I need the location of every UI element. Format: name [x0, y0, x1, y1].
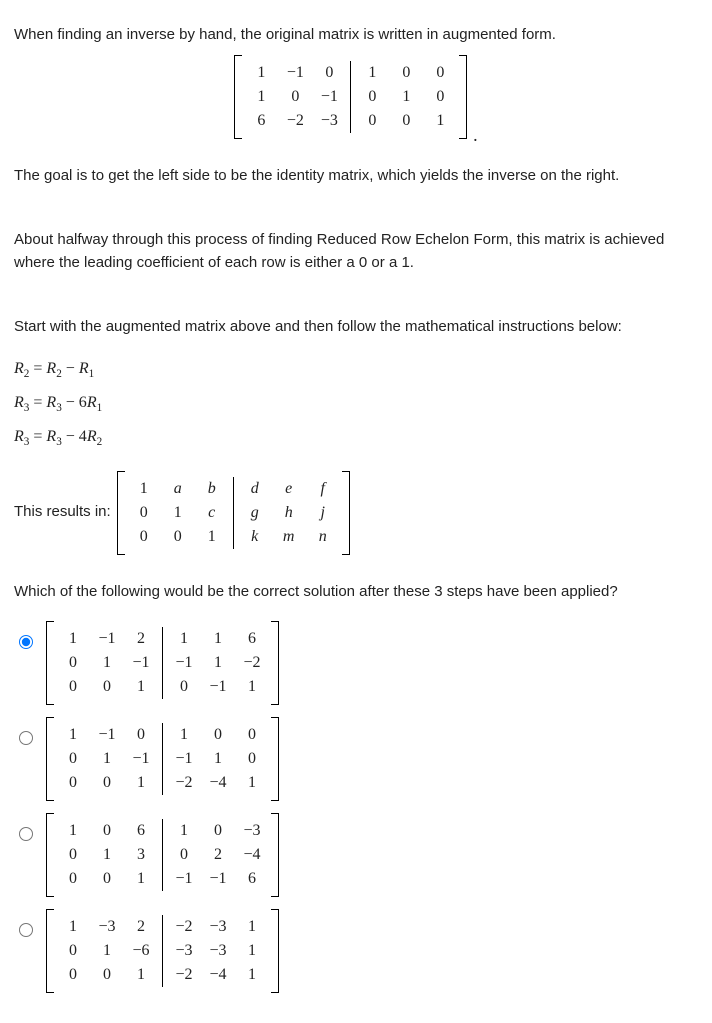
intro-p4: Start with the augmented matrix above an…	[14, 316, 698, 339]
results-row: This results in: 1 0 0 a 1 0 b c 1 d g k	[14, 471, 698, 555]
option-3-radio[interactable]	[19, 827, 33, 841]
option-2[interactable]: 100 −110 0−11 1−1−2 01−4 001	[14, 717, 698, 801]
step-3: R3 = R3 − 4R2	[14, 425, 698, 451]
option-1-radio[interactable]	[19, 635, 33, 649]
option-3[interactable]: 100 010 631 10−1 02−1 −3−46	[14, 813, 698, 897]
intro-p3: About halfway through this process of fi…	[14, 229, 698, 274]
option-1[interactable]: 100 −110 2−11 1−10 11−1 6−21	[14, 621, 698, 705]
result-label: This results in:	[14, 501, 111, 524]
option-3-matrix: 100 010 631 10−1 02−1 −3−46	[46, 813, 279, 897]
options-group: 100 −110 2−11 1−10 11−1 6−21 100 −110 0−…	[14, 621, 698, 993]
step-2: R3 = R3 − 6R1	[14, 391, 698, 417]
aug-matrix-wrap: 1 1 6 −1 0 −2 0 −1 −3 1 0 0 0 1	[14, 55, 698, 149]
result-matrix: 1 0 0 a 1 0 b c 1 d g k e h m	[117, 471, 350, 555]
intro-p2: The goal is to get the left side to be t…	[14, 165, 698, 188]
option-1-matrix: 100 −110 2−11 1−10 11−1 6−21	[46, 621, 279, 705]
option-2-radio[interactable]	[19, 731, 33, 745]
row-operations: R2 = R2 − R1 R3 = R3 − 6R1 R3 = R3 − 4R2	[14, 357, 698, 451]
step-1: R2 = R2 − R1	[14, 357, 698, 383]
option-2-matrix: 100 −110 0−11 1−1−2 01−4 001	[46, 717, 279, 801]
aug-matrix: 1 1 6 −1 0 −2 0 −1 −3 1 0 0 0 1	[234, 55, 467, 139]
period: .	[473, 122, 478, 149]
question-text: Which of the following would be the corr…	[14, 581, 698, 604]
option-4-matrix: 100 −310 2−61 −2−3−2 −3−3−4 111	[46, 909, 279, 993]
intro-p1: When finding an inverse by hand, the ori…	[14, 24, 698, 47]
option-4[interactable]: 100 −310 2−61 −2−3−2 −3−3−4 111	[14, 909, 698, 993]
option-4-radio[interactable]	[19, 923, 33, 937]
